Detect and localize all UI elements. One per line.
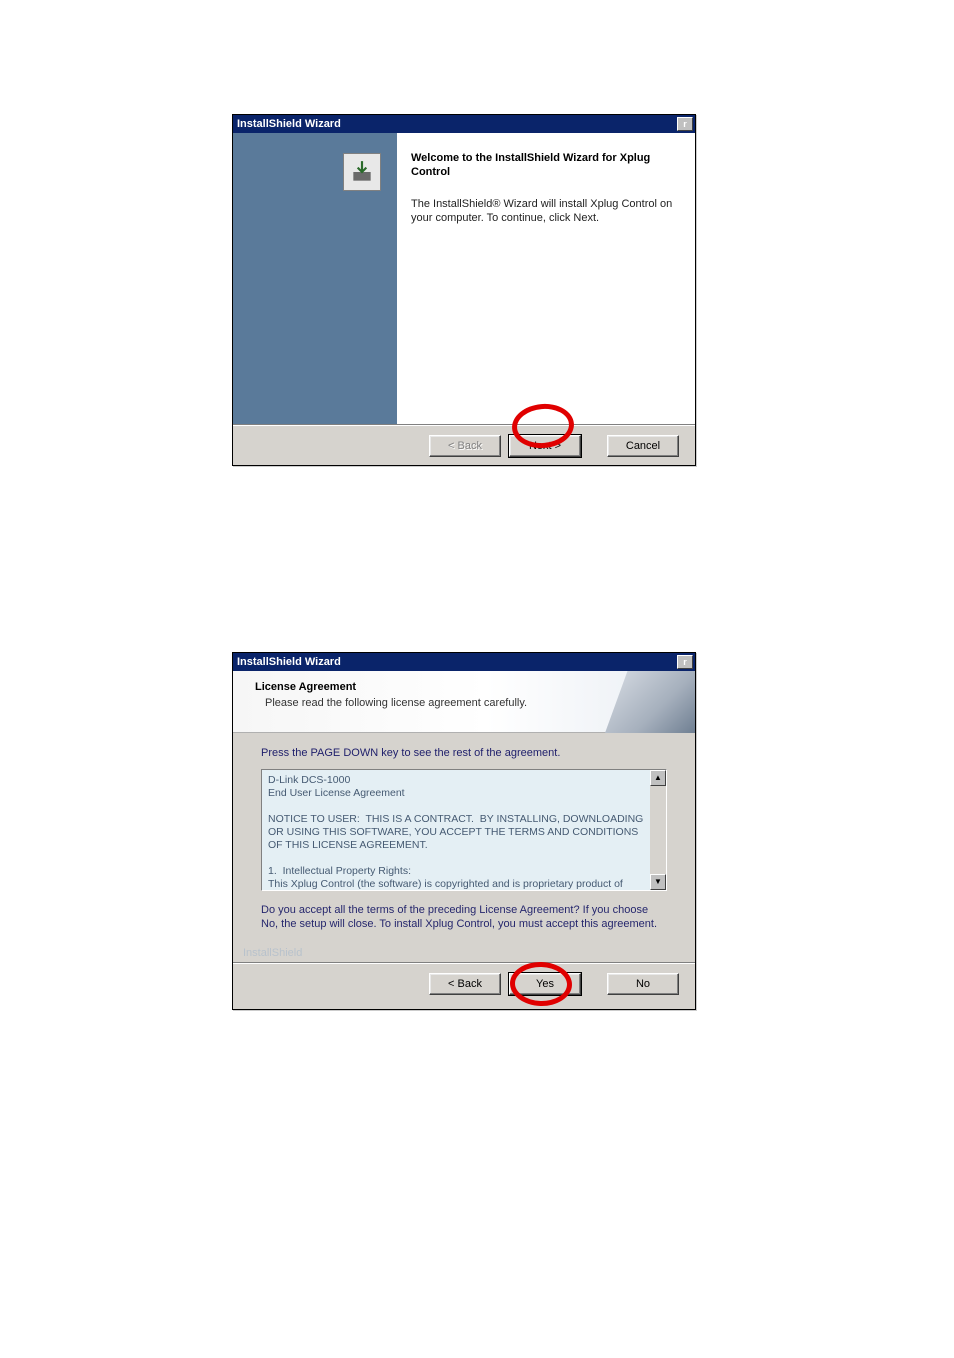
license-agreement-text: D-Link DCS-1000 End User License Agreeme… xyxy=(262,770,650,890)
next-button[interactable]: Next > xyxy=(509,435,581,457)
installshield-welcome-window: InstallShield Wizard r Welcome to the In… xyxy=(232,114,696,466)
scroll-up-icon[interactable]: ▲ xyxy=(650,770,666,786)
license-header: License Agreement Please read the follow… xyxy=(233,671,695,733)
installer-icon xyxy=(343,153,381,191)
window-title: InstallShield Wizard xyxy=(237,656,341,668)
scroll-down-icon[interactable]: ▼ xyxy=(650,874,666,890)
installshield-license-window: InstallShield Wizard r License Agreement… xyxy=(232,652,696,1010)
welcome-content: Welcome to the InstallShield Wizard for … xyxy=(397,133,695,425)
close-icon[interactable]: r xyxy=(677,655,693,669)
license-heading: License Agreement xyxy=(255,681,675,693)
titlebar[interactable]: InstallShield Wizard r xyxy=(233,115,695,133)
license-body: Press the PAGE DOWN key to see the rest … xyxy=(233,733,695,937)
cancel-button[interactable]: Cancel xyxy=(607,435,679,457)
scrollbar[interactable]: ▲ ▼ xyxy=(650,770,666,890)
accept-question: Do you accept all the terms of the prece… xyxy=(261,903,667,931)
titlebar[interactable]: InstallShield Wizard r xyxy=(233,653,695,671)
button-bar: < Back Next > Cancel xyxy=(233,425,695,465)
back-button: < Back xyxy=(429,435,501,457)
button-bar: < Back Yes No xyxy=(233,963,695,1003)
window-title: InstallShield Wizard xyxy=(237,118,341,130)
license-textbox[interactable]: D-Link DCS-1000 End User License Agreeme… xyxy=(261,769,667,891)
yes-button[interactable]: Yes xyxy=(509,973,581,995)
license-subheading: Please read the following license agreem… xyxy=(255,697,675,709)
back-button[interactable]: < Back xyxy=(429,973,501,995)
welcome-description: The InstallShield® Wizard will install X… xyxy=(411,197,673,225)
close-icon[interactable]: r xyxy=(677,117,693,131)
welcome-body: Welcome to the InstallShield Wizard for … xyxy=(233,133,695,425)
installshield-brand: InstallShield xyxy=(243,947,695,959)
no-button[interactable]: No xyxy=(607,973,679,995)
welcome-heading: Welcome to the InstallShield Wizard for … xyxy=(411,151,673,179)
welcome-side-panel xyxy=(233,133,397,425)
page-down-instruction: Press the PAGE DOWN key to see the rest … xyxy=(261,747,667,759)
